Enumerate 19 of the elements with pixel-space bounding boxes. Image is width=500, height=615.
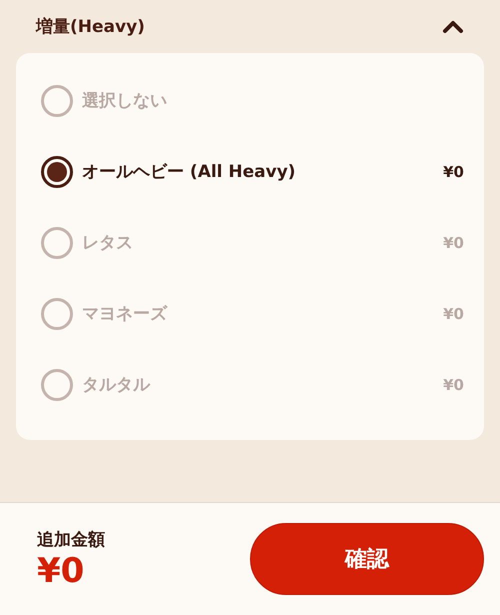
- radio-button[interactable]: [41, 226, 73, 258]
- radio-button[interactable]: [41, 84, 73, 116]
- option-price: ¥0: [443, 376, 464, 394]
- chevron-icon[interactable]: [442, 20, 464, 34]
- option-price: ¥0: [443, 304, 464, 322]
- radio-button[interactable]: [41, 368, 73, 400]
- radio-button[interactable]: [41, 298, 73, 330]
- confirm-button[interactable]: 確認: [250, 523, 484, 595]
- option-label: マヨネーズ: [82, 303, 168, 325]
- total-amount: ¥0: [37, 552, 86, 590]
- total-label: 追加金額: [37, 528, 105, 551]
- radio-button[interactable]: [41, 156, 73, 188]
- option-label: オールヘビー (All Heavy): [82, 161, 297, 183]
- option-label: レタス: [82, 232, 134, 254]
- section-title: 増量(Heavy): [36, 16, 145, 38]
- option-label: タルタル: [82, 374, 152, 396]
- option-label: 選択しない: [82, 90, 168, 112]
- option-price: ¥0: [443, 234, 464, 252]
- option-price: ¥0: [443, 162, 464, 180]
